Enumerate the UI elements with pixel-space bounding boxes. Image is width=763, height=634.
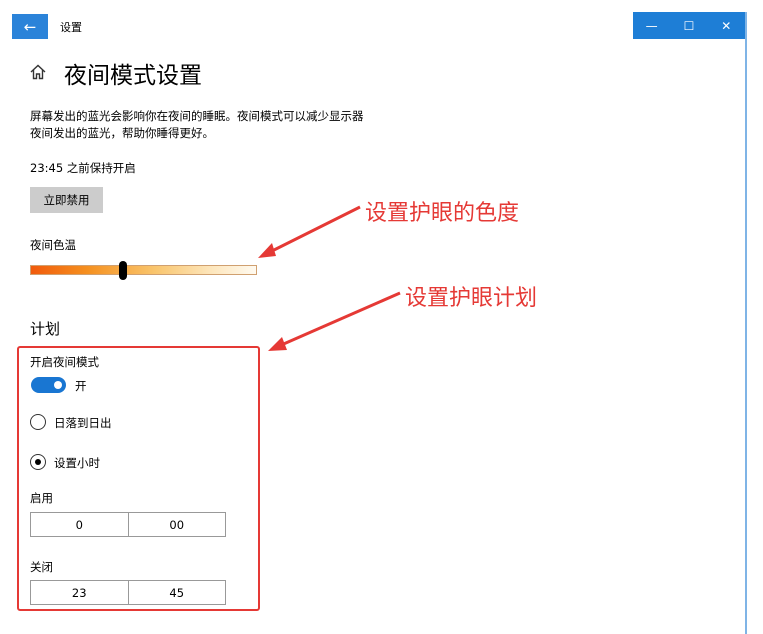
maximize-icon: ☐: [683, 18, 695, 33]
color-temperature-slider-track[interactable]: [30, 265, 257, 275]
end-minute[interactable]: 45: [127, 581, 226, 604]
end-hour[interactable]: 23: [31, 581, 128, 604]
page-title: 夜间模式设置: [64, 63, 202, 89]
start-minute[interactable]: 00: [127, 513, 226, 536]
start-time-picker[interactable]: 0 00: [30, 512, 226, 537]
maximize-button[interactable]: ☐: [670, 12, 707, 39]
window-controls: — ☐ ✕: [633, 12, 745, 39]
end-time-picker[interactable]: 23 45: [30, 580, 226, 605]
end-time-label: 关闭: [30, 560, 53, 574]
window-border: [745, 12, 747, 634]
set-hours-radio[interactable]: [30, 454, 46, 470]
sunset-to-sunrise-radio[interactable]: [30, 414, 46, 430]
annotation-schedule-note: 设置护眼计划: [405, 286, 538, 311]
start-time-label: 启用: [30, 491, 53, 505]
toggle-state-text: 开: [75, 379, 87, 393]
annotation-color-note: 设置护眼的色度: [365, 201, 520, 226]
close-icon: ✕: [721, 18, 732, 33]
schedule-section-title: 计划: [30, 320, 61, 338]
color-temperature-label: 夜间色温: [30, 238, 76, 252]
schedule-toggle-label: 开启夜间模式: [30, 355, 99, 369]
set-hours-label: 设置小时: [54, 456, 100, 470]
arrow-to-schedule-box: [268, 291, 401, 351]
close-button[interactable]: ✕: [708, 12, 745, 39]
back-arrow-icon: ←: [23, 17, 37, 36]
schedule-toggle[interactable]: [31, 377, 66, 393]
minimize-icon: —: [645, 18, 658, 33]
night-light-description: 屏幕发出的蓝光会影响你在夜间的睡眠。夜间模式可以减少显示器 夜间发出的蓝光，帮助…: [30, 108, 410, 142]
arrow-to-color-slider: [258, 205, 361, 258]
start-hour[interactable]: 0: [31, 513, 128, 536]
toggle-knob: [54, 381, 62, 389]
description-line: 夜间发出的蓝光，帮助你睡得更好。: [30, 126, 214, 140]
description-line: 屏幕发出的蓝光会影响你在夜间的睡眠。夜间模式可以减少显示器: [30, 109, 364, 123]
app-title: 设置: [60, 21, 82, 34]
minimize-button[interactable]: —: [633, 12, 670, 39]
sunset-to-sunrise-label: 日落到日出: [54, 416, 112, 430]
status-text: 23:45 之前保持开启: [30, 161, 136, 175]
back-button[interactable]: ←: [12, 14, 48, 39]
home-icon[interactable]: [29, 63, 47, 81]
disable-now-button[interactable]: 立即禁用: [30, 187, 103, 213]
color-temperature-slider-thumb[interactable]: [119, 261, 128, 280]
